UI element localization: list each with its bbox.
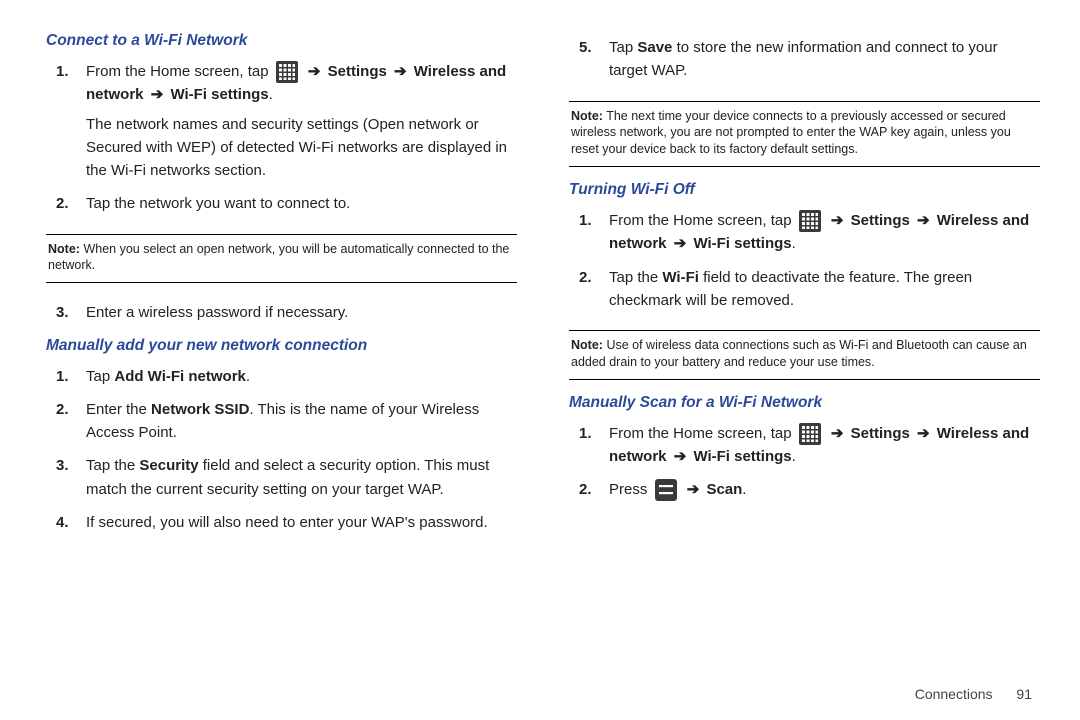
note-body: Use of wireless data connections such as… [571, 338, 1027, 369]
path-settings: Settings [851, 212, 910, 229]
arrow-icon: ➔ [674, 232, 687, 255]
left-column: Connect to a Wi-Fi Network From the Home… [46, 30, 543, 710]
heading-manual-add: Manually add your new network connection [46, 337, 517, 355]
add-wifi-network: Add Wi-Fi network [114, 368, 246, 385]
footer-section: Connections [915, 686, 993, 702]
steps-connect-wifi-cont: Enter a wireless password if necessary. [46, 295, 517, 334]
step-text: If secured, you will also need to enter … [86, 514, 488, 531]
step-2: Tap the network you want to connect to. [86, 192, 517, 215]
page-footer: Connections 91 [915, 686, 1032, 702]
step-text: From the Home screen, tap [609, 212, 796, 229]
arrow-icon: ➔ [831, 422, 844, 445]
step-text: Press [609, 481, 652, 498]
heading-connect-wifi: Connect to a Wi-Fi Network [46, 32, 517, 50]
step-text: From the Home screen, tap [609, 425, 796, 442]
menu-icon [655, 479, 677, 501]
wifi-field: Wi-Fi [662, 269, 699, 286]
path-settings: Settings [328, 63, 387, 80]
apps-grid-icon [276, 61, 298, 83]
heading-manual-scan: Manually Scan for a Wi-Fi Network [569, 394, 1040, 412]
note-open-network: Note: When you select an open network, y… [46, 234, 517, 284]
step-4: If secured, you will also need to enter … [86, 511, 517, 534]
step-text: Tap the [609, 269, 662, 286]
step-5: Tap Save to store the new information an… [609, 36, 1040, 83]
arrow-icon: ➔ [151, 83, 164, 106]
note-reconnect: Note: The next time your device connects… [569, 101, 1040, 168]
network-ssid: Network SSID [151, 401, 249, 418]
path-wifi-settings: Wi-Fi settings [693, 448, 791, 465]
path-wifi-settings: Wi-Fi settings [693, 235, 791, 252]
step-3: Tap the Security field and select a secu… [86, 454, 517, 501]
arrow-icon: ➔ [308, 60, 321, 83]
apps-grid-icon [799, 210, 821, 232]
note-lead: Note: [48, 242, 80, 256]
apps-grid-icon [799, 423, 821, 445]
note-battery-drain: Note: Use of wireless data connections s… [569, 330, 1040, 380]
path-wifi-settings: Wi-Fi settings [170, 86, 268, 103]
steps-wifi-off: From the Home screen, tap ➔ Settings [569, 203, 1040, 322]
steps-manual-scan: From the Home screen, tap ➔ Settings [569, 416, 1040, 512]
right-column: Tap Save to store the new information an… [543, 30, 1040, 710]
step-continuation: The network names and security settings … [86, 113, 517, 183]
step-text: Tap the network you want to connect to. [86, 195, 350, 212]
path-settings: Settings [851, 425, 910, 442]
steps-manual-add-cont: Tap Save to store the new information an… [569, 30, 1040, 93]
note-body: When you select an open network, you wil… [48, 242, 509, 273]
step-text: Enter a wireless password if necessary. [86, 304, 348, 321]
arrow-icon: ➔ [394, 60, 407, 83]
steps-manual-add: Tap Add Wi-Fi network. Enter the Network… [46, 359, 517, 545]
step-text: Tap [86, 368, 114, 385]
step-3: Enter a wireless password if necessary. [86, 301, 517, 324]
security-field: Security [139, 457, 198, 474]
page: Connect to a Wi-Fi Network From the Home… [0, 0, 1080, 720]
step-1: From the Home screen, tap ➔ Settings [609, 422, 1040, 469]
step-text: Tap [609, 39, 637, 56]
step-1: From the Home screen, tap ➔ Settings [86, 60, 517, 182]
step-1: Tap Add Wi-Fi network. [86, 365, 517, 388]
step-2: Press ➔ Scan. [609, 478, 1040, 501]
step-text: Tap the [86, 457, 139, 474]
heading-turning-wifi-off: Turning Wi-Fi Off [569, 181, 1040, 199]
save-label: Save [637, 39, 672, 56]
note-body: The next time your device connects to a … [571, 109, 1011, 157]
note-lead: Note: [571, 109, 603, 123]
note-lead: Note: [571, 338, 603, 352]
step-2: Tap the Wi-Fi field to deactivate the fe… [609, 266, 1040, 313]
steps-connect-wifi: From the Home screen, tap ➔ Settings [46, 54, 517, 226]
arrow-icon: ➔ [917, 422, 930, 445]
footer-page-number: 91 [1016, 686, 1032, 702]
arrow-icon: ➔ [917, 209, 930, 232]
arrow-icon: ➔ [687, 478, 700, 501]
step-2: Enter the Network SSID. This is the name… [86, 398, 517, 445]
step-1: From the Home screen, tap ➔ Settings [609, 209, 1040, 256]
arrow-icon: ➔ [674, 445, 687, 468]
scan-label: Scan [706, 481, 742, 498]
step-text: Enter the [86, 401, 151, 418]
step-text: From the Home screen, tap [86, 63, 273, 80]
arrow-icon: ➔ [831, 209, 844, 232]
